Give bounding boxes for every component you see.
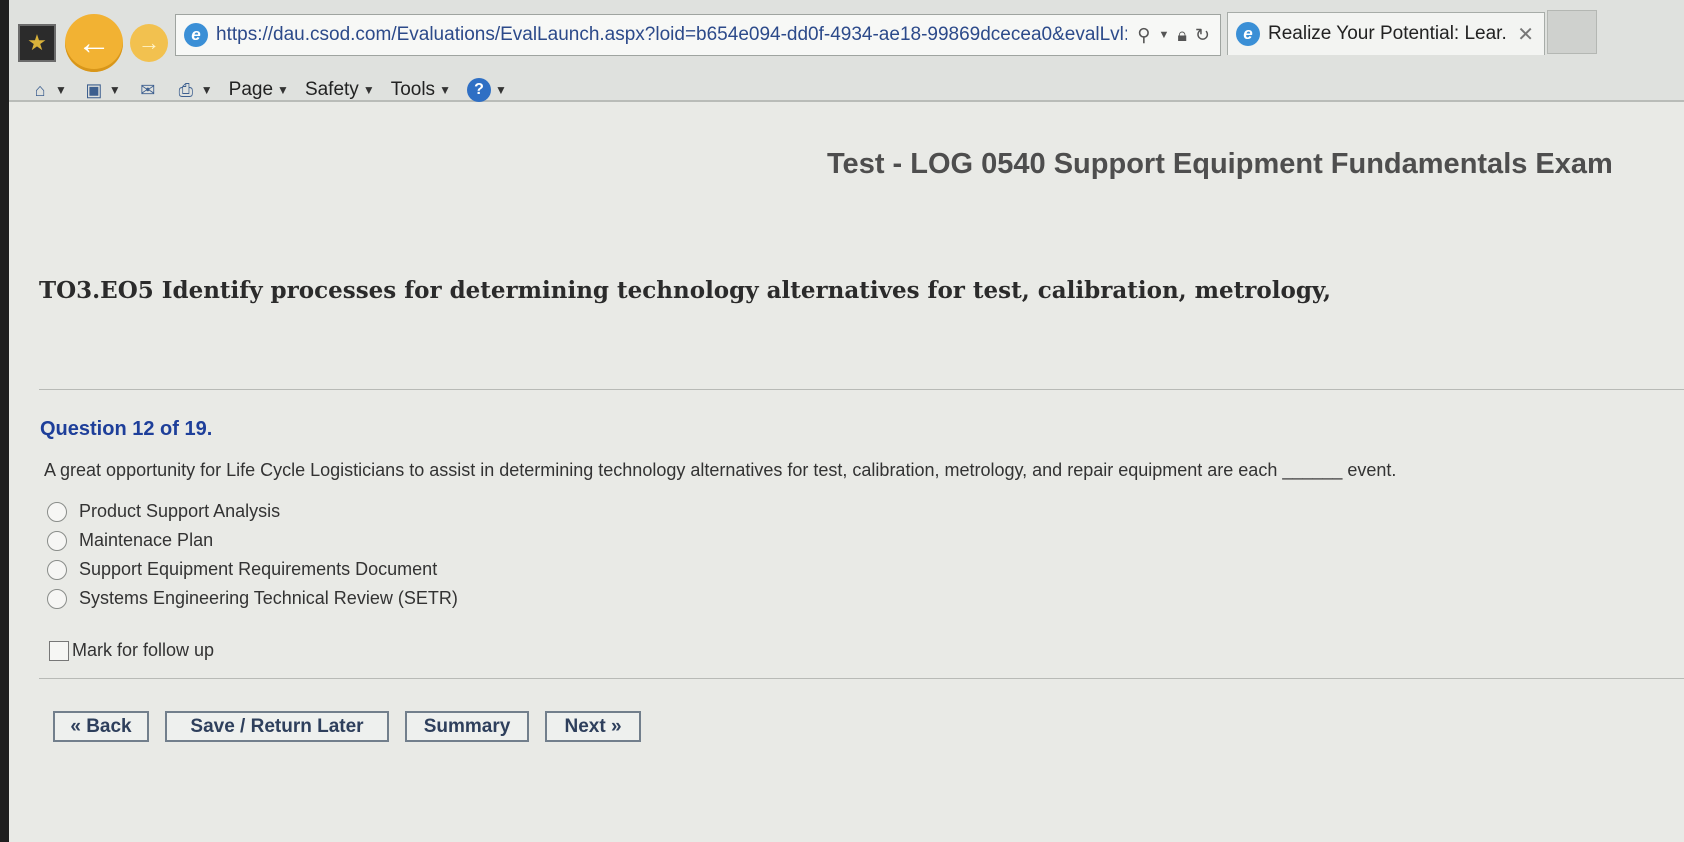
radio-button[interactable]: [47, 501, 67, 522]
answer-option-label: Systems Engineering Technical Review (SE…: [79, 588, 458, 608]
mail-icon: ✉: [140, 79, 156, 100]
arrow-right-icon[interactable]: →: [130, 24, 168, 62]
home-menu[interactable]: ⌂ ▼: [29, 79, 67, 101]
follow-up-checkbox[interactable]: [49, 640, 69, 661]
answer-options: Product Support Analysis Maintenace Plan…: [47, 497, 458, 613]
answer-option-label: Maintenace Plan: [79, 530, 214, 550]
answer-option[interactable]: Maintenace Plan: [47, 526, 458, 555]
radio-button[interactable]: [47, 530, 67, 551]
question-text: A great opportunity for Life Cycle Logis…: [44, 460, 1397, 480]
back-button[interactable]: « Back: [53, 711, 149, 742]
safety-menu[interactable]: Safety ▼: [305, 79, 375, 101]
address-bar[interactable]: e https://dau.csod.com/Evaluations/EvalL…: [175, 14, 1221, 56]
question-number: Question 12 of 19.: [40, 418, 213, 440]
answer-option-label: Support Equipment Requirements Document: [79, 559, 438, 579]
exam-page: Test - LOG 0540 Support Equipment Fundam…: [9, 102, 1684, 842]
close-icon[interactable]: ✕: [1507, 22, 1544, 47]
refresh-icon[interactable]: ↻: [1195, 25, 1210, 46]
print-menu[interactable]: ⎙ ▼: [175, 79, 213, 101]
follow-up-label: Mark for follow up: [72, 640, 215, 660]
save-return-later-button[interactable]: Save / Return Later: [165, 711, 389, 742]
navigation-buttons: « Back Save / Return Later Summary Next …: [53, 711, 641, 742]
answer-option[interactable]: Support Equipment Requirements Document: [47, 555, 458, 584]
star-icon[interactable]: ★: [18, 24, 56, 62]
divider: [39, 389, 1684, 390]
tab-title[interactable]: Realize Your Potential: Lear...: [1268, 23, 1507, 45]
answer-option-label: Product Support Analysis: [79, 501, 281, 521]
answer-option[interactable]: Product Support Analysis: [47, 497, 458, 526]
next-button[interactable]: Next »: [545, 711, 641, 742]
browser-tab[interactable]: e Realize Your Potential: Lear... ✕: [1227, 12, 1545, 55]
radio-button[interactable]: [47, 559, 67, 580]
page-menu[interactable]: Page ▼: [229, 79, 289, 101]
ie-logo-icon: e: [1236, 22, 1260, 46]
chevron-down-icon[interactable]: ▼: [1158, 29, 1169, 41]
page-menu-label: Page: [228, 79, 274, 100]
feed-icon: ▣: [85, 79, 103, 100]
page-title: Test - LOG 0540 Support Equipment Fundam…: [827, 148, 1613, 180]
tools-menu[interactable]: Tools ▼: [391, 79, 451, 101]
divider: [39, 678, 1684, 679]
home-icon: ⌂: [34, 79, 46, 100]
help-icon: ?: [466, 78, 491, 102]
address-tools: ⚲ ▼ 🔒︎ ↻: [1127, 25, 1220, 46]
new-tab-button[interactable]: [1547, 10, 1597, 54]
ie-logo-icon: e: [184, 23, 208, 47]
help-menu[interactable]: ? ▼: [466, 78, 507, 102]
radio-button[interactable]: [47, 588, 67, 609]
screen-bezel: [0, 0, 9, 842]
arrow-left-icon[interactable]: ←: [65, 14, 123, 72]
answer-option[interactable]: Systems Engineering Technical Review (SE…: [47, 584, 458, 613]
safety-menu-label: Safety: [304, 79, 359, 100]
lock-icon[interactable]: 🔒︎: [1177, 25, 1187, 46]
address-url[interactable]: https://dau.csod.com/Evaluations/EvalLau…: [216, 24, 1127, 46]
follow-up-toggle[interactable]: Mark for follow up: [49, 640, 214, 661]
learning-objective: TO3.EO5 Identify processes for determini…: [39, 277, 1332, 304]
tools-menu-label: Tools: [390, 79, 436, 100]
search-icon[interactable]: ⚲: [1137, 25, 1150, 46]
screen: ★ ← → e https://dau.csod.com/Evaluations…: [0, 0, 1684, 842]
browser-chrome: ★ ← → e https://dau.csod.com/Evaluations…: [9, 0, 1684, 102]
summary-button[interactable]: Summary: [405, 711, 529, 742]
printer-icon: ⎙: [178, 79, 193, 100]
feeds-menu[interactable]: ▣ ▼: [83, 79, 120, 101]
mail-button[interactable]: ✉: [137, 79, 159, 101]
